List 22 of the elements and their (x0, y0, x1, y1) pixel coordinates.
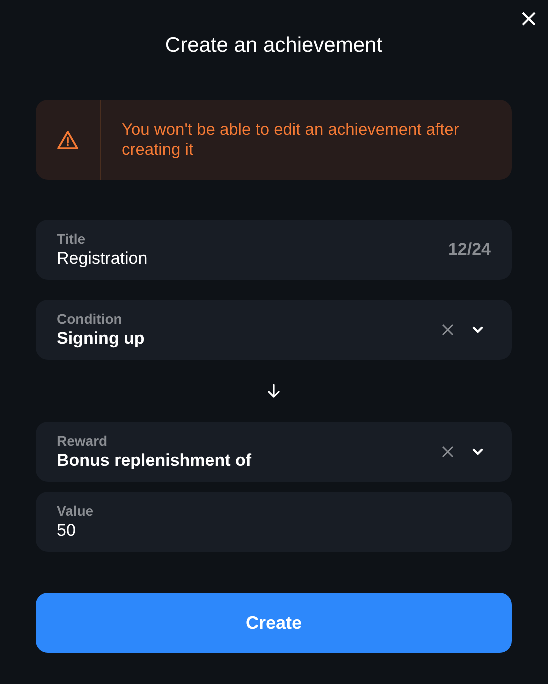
field-label: Title (57, 230, 87, 248)
close-button[interactable] (520, 10, 538, 28)
field-label: Condition (57, 310, 124, 328)
text-field[interactable]: Title Registration 12/24 (36, 220, 512, 280)
field-label: Value (57, 502, 95, 520)
warning-text: You won't be able to edit an achievement after creating it (122, 120, 460, 160)
dialog-title: Create an achievement (164, 33, 384, 59)
field-value: Signing up (57, 328, 146, 350)
chevron-down-icon[interactable] (472, 326, 484, 334)
warning-icon (57, 130, 79, 150)
select-field[interactable]: Reward Bonus replenishment of (36, 422, 512, 482)
field-value: Registration (57, 248, 149, 270)
clear-icon[interactable] (442, 324, 454, 336)
text-field[interactable]: Value 50 (36, 492, 512, 552)
field-value: 50 (57, 520, 77, 542)
field-label: Reward (57, 432, 109, 450)
field-value: Bonus replenishment of (57, 450, 253, 472)
chevron-down-icon[interactable] (472, 448, 484, 456)
character-counter: 12/24 (448, 239, 491, 262)
clear-icon[interactable] (442, 446, 454, 458)
select-field[interactable]: Condition Signing up (36, 300, 512, 360)
down-arrow-icon (267, 384, 281, 398)
